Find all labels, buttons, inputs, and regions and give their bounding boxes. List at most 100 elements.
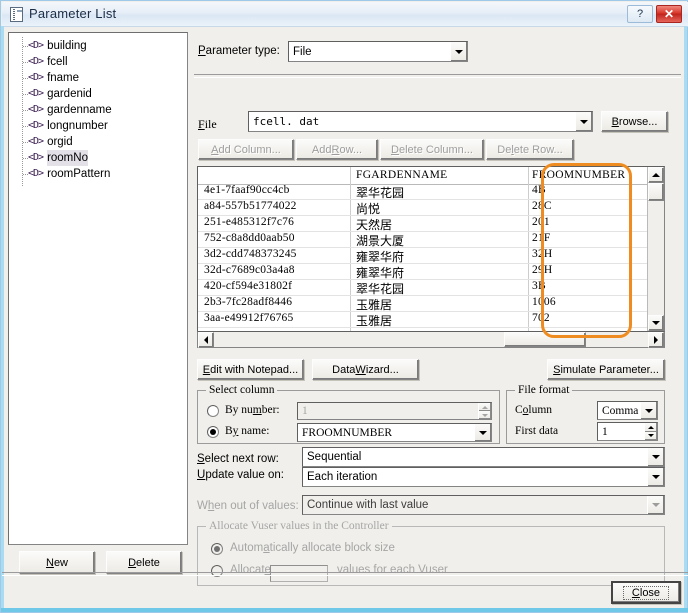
grid-header-col-2[interactable]: FROOMNUMBER (532, 169, 625, 181)
edit-with-notepad-button[interactable]: Edit with Notepad... (197, 359, 304, 380)
grid-cell[interactable]: 天然居 (356, 216, 392, 233)
vscroll-thumb[interactable] (648, 183, 664, 201)
hscroll-thumb[interactable] (504, 332, 586, 347)
grid-row-divider (198, 327, 664, 328)
tree-item-roomno[interactable]: <D> roomNo (9, 150, 187, 166)
grid-cell[interactable]: 29H (532, 264, 552, 276)
grid-horizontal-scrollbar[interactable] (197, 331, 665, 348)
tree-branch-line (23, 126, 28, 127)
add-column-button[interactable]: Add Column... (198, 139, 294, 160)
scroll-down-icon[interactable] (648, 315, 664, 331)
grid-cell[interactable]: 3B (532, 280, 546, 292)
grid-cell[interactable]: 玉雅居 (356, 296, 392, 313)
chevron-down-icon[interactable] (474, 424, 491, 441)
first-data-stepper[interactable] (644, 423, 657, 440)
file-format-title: File format (515, 384, 573, 396)
data-wizard-button[interactable]: Data Wizard... (312, 359, 419, 380)
by-number-radio[interactable] (207, 405, 219, 417)
chevron-down-icon[interactable] (647, 448, 664, 466)
grid-cell[interactable]: 湖景大厦 (356, 232, 404, 249)
grid-cell[interactable]: 28C (532, 200, 552, 212)
new-button[interactable]: New (19, 551, 95, 574)
chevron-down-icon[interactable] (647, 468, 664, 486)
by-name-radio[interactable] (207, 426, 219, 438)
parameter-tree-panel[interactable]: <D> building <D> fcell <D> fname <D> gardenid <D… (8, 32, 188, 545)
tree-item-orgid[interactable]: <D> orgid (9, 134, 187, 150)
tree-item-gardenid[interactable]: <D> gardenid (9, 86, 187, 102)
tree-item-fcell[interactable]: <D> fcell (9, 54, 187, 70)
scroll-right-icon[interactable] (648, 331, 664, 348)
grid-header-col-1[interactable]: FGARDENNAME (356, 169, 447, 181)
scroll-up-icon[interactable] (648, 167, 664, 183)
grid-cell[interactable]: 201 (532, 216, 550, 228)
delete-column-button[interactable]: Delete Column... (380, 139, 484, 160)
by-name-select[interactable]: FROOMNUMBER (297, 423, 492, 442)
title-bar: Parameter List ? ✕ (2, 2, 688, 27)
chevron-down-icon[interactable] (575, 112, 592, 131)
tree-item-label: gardenid (47, 88, 92, 100)
tree-branch-line (23, 110, 28, 111)
scroll-left-icon[interactable] (198, 331, 214, 348)
simulate-parameter-button[interactable]: Simulate Parameter... (547, 359, 665, 380)
grid-cell[interactable]: 雍翠华府 (356, 248, 404, 265)
grid-cell[interactable]: 3d2-cdd748373245 (204, 248, 297, 260)
grid-cell[interactable]: 4e1-7faaf90cc4cb (204, 184, 290, 196)
grid-cell[interactable]: 32H (532, 248, 552, 260)
when-out-of-values-label: When out of values: (197, 500, 299, 512)
by-number-stepper[interactable] (478, 403, 491, 419)
auto-allocate-label: Automatically allocate block size (230, 542, 395, 554)
first-data-input[interactable]: 1 (597, 422, 658, 441)
grid-cell[interactable]: 雍翠华府 (356, 264, 404, 281)
allocate-group-title: Allocate Vuser values in the Controller (206, 520, 392, 532)
tree-item-roompattern[interactable]: <D> roomPattern (9, 166, 187, 182)
grid-cell[interactable]: 32d-c7689c03a4a8 (204, 264, 295, 276)
parameter-type-select[interactable]: File (288, 41, 468, 62)
chevron-down-icon[interactable] (647, 496, 664, 514)
tree-branch-line (23, 174, 28, 175)
browse-button[interactable]: Browse... (601, 111, 668, 132)
tree-item-gardenname[interactable]: <D> gardenname (9, 102, 187, 118)
grid-cell[interactable]: 420-cf594e31802f (204, 280, 292, 292)
grid-cell[interactable]: 3aa-e49912f76765 (204, 312, 293, 324)
grid-body[interactable]: 4e1-7faaf90cc4cb 翠华花园 4B a84-557b51774022 尚悦… (198, 184, 664, 332)
chevron-down-icon[interactable] (640, 402, 657, 419)
parameter-list-window: Parameter List ? ✕ <D> building <D> fcell <D… (0, 0, 688, 613)
auto-allocate-radio[interactable] (211, 543, 223, 555)
grid-cell[interactable]: 尚悦 (356, 200, 380, 217)
grid-cell[interactable]: 4B (532, 184, 546, 196)
parameter-icon: <D> (28, 40, 44, 51)
grid-cell[interactable]: 翠华花园 (356, 280, 404, 297)
update-value-on-select[interactable]: Each iteration (302, 467, 665, 487)
tree-item-building[interactable]: <D> building (9, 38, 187, 54)
help-button[interactable]: ? (627, 5, 653, 23)
parameter-type-value: File (293, 45, 312, 58)
grid-cell[interactable]: 251-e485312f7c76 (204, 216, 294, 228)
grid-cell[interactable]: 2b3-7fc28adf8446 (204, 296, 292, 308)
grid-vertical-scrollbar[interactable] (647, 167, 664, 331)
select-next-row-label: Select next row: (197, 453, 279, 465)
grid-cell[interactable]: a84-557b51774022 (204, 200, 297, 212)
file-select[interactable]: fcell. dat (248, 111, 593, 132)
grid-cell[interactable]: 1006 (532, 296, 556, 308)
parameter-icon: <D> (28, 120, 44, 131)
parameter-data-grid[interactable]: FGARDENNAME FROOMNUMBER 4e1-7faaf90cc4cb… (197, 166, 665, 348)
close-icon[interactable]: ✕ (656, 5, 682, 23)
grid-cell[interactable]: 702 (532, 312, 550, 324)
by-number-input[interactable]: 1 (297, 402, 492, 420)
delete-button[interactable]: Delete (106, 551, 182, 574)
grid-cell[interactable]: 翠华花园 (356, 184, 404, 201)
grid-cell[interactable]: 752-c8a8dd0aab50 (204, 232, 295, 244)
grid-cell[interactable]: 玉雅居 (356, 312, 392, 329)
select-next-row-select[interactable]: Sequential (302, 447, 665, 467)
add-row-button[interactable]: Add Row... (296, 139, 378, 160)
grid-cell[interactable]: 21F (532, 232, 551, 244)
tree-item-longnumber[interactable]: <D> longnumber (9, 118, 187, 134)
chevron-down-icon[interactable] (450, 42, 467, 61)
when-out-of-values-select[interactable]: Continue with last value (302, 495, 665, 515)
by-number-value: 1 (302, 405, 308, 417)
parameter-icon: <D> (28, 88, 44, 99)
close-button[interactable]: Close (611, 581, 681, 604)
delete-row-button[interactable]: De l ete Row... (486, 139, 574, 160)
column-format-select[interactable]: Comma (597, 401, 658, 420)
tree-item-fname[interactable]: <D> fname (9, 70, 187, 86)
